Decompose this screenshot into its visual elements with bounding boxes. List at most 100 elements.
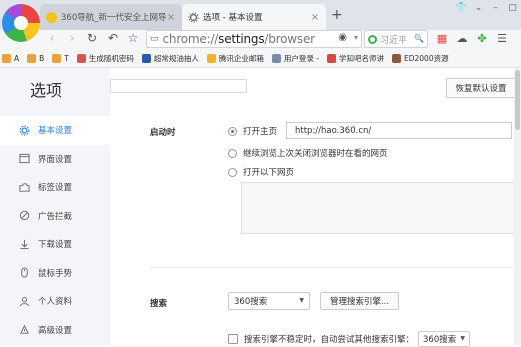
bookmark-label: 腾讯企业邮箱 (218, 54, 264, 63)
mouse-icon (18, 267, 30, 279)
startup-option-continue[interactable]: 继续浏览上次关闭浏览器时在看的网页 (228, 147, 388, 159)
sidebar-item-download[interactable]: 下载设置 (0, 230, 110, 259)
section-divider (150, 267, 521, 268)
bookmark-item[interactable]: 学知吧名师讲 (326, 53, 384, 64)
option-label: 继续浏览上次关闭浏览器时在看的网页 (243, 149, 388, 159)
toolbar: ‹ › ↻ ↶ ☆ ▭ chrome://settings/browser ◉ … (0, 30, 521, 50)
sidebar-item-adblock[interactable]: 广告拦截 (0, 202, 110, 231)
minimize-icon[interactable]: – (487, 0, 504, 16)
360-browser-logo[interactable] (2, 4, 40, 42)
startup-pages-list[interactable] (241, 182, 521, 234)
address-bar[interactable]: ▭ chrome://settings/browser ◉ ▾ (146, 30, 362, 48)
shield-icon[interactable]: ◉ (338, 32, 347, 43)
bookmark-item[interactable]: 超常规油抽人 (141, 53, 199, 64)
bookmark-item[interactable]: T (52, 54, 69, 63)
bookmark-item[interactable]: 腾讯企业邮箱 (206, 53, 264, 64)
homepage-url-input[interactable]: http://hao.360.cn/ (286, 122, 512, 139)
bookmarks-bar: A B T 生成随机密码 超常规油抽人 腾讯企业邮箱 用户登录 - 学知吧名师讲… (0, 50, 521, 68)
folder-icon (52, 54, 62, 63)
bookmark-favicon (391, 54, 401, 63)
bookmark-item[interactable]: A (2, 54, 19, 63)
tab-settings[interactable]: 选项 - 基本设置 × (182, 4, 326, 30)
bookmark-item[interactable]: 生成随机密码 (76, 53, 134, 64)
select-value: 360搜索 (423, 335, 457, 345)
sidebar-item-basic[interactable]: 基本设置 (0, 116, 110, 145)
bookmark-label: A (14, 54, 20, 63)
reload-icon[interactable]: ↻ (84, 31, 100, 45)
bookmark-label: 生成随机密码 (88, 54, 134, 63)
back-icon[interactable]: ‹ (44, 31, 60, 45)
manage-search-engines-button[interactable]: 管理搜索引擎... (320, 292, 399, 310)
select-value: 360搜索 (234, 297, 268, 307)
clover-icon[interactable]: ✤ (472, 32, 492, 45)
forward-icon[interactable]: › (64, 31, 80, 45)
folder-icon (27, 54, 37, 63)
sidebar-item-interface[interactable]: 界面设置 (0, 145, 110, 174)
bookmark-favicon (76, 54, 86, 63)
gear-icon (188, 11, 199, 23)
bookmark-favicon (271, 54, 281, 63)
window-controls: 👕 ⌄ – ▢ (453, 0, 521, 16)
scrollbar[interactable] (514, 68, 521, 345)
bookmark-label: ED2000资源 (403, 54, 449, 63)
settings-search-input[interactable] (110, 79, 247, 93)
sidebar-item-advanced[interactable]: 高级设置 (0, 316, 110, 345)
scrollbar-thumb[interactable] (515, 70, 520, 130)
gear-icon (18, 124, 30, 136)
list-icon[interactable]: ☰ (492, 32, 512, 45)
bookmark-star-icon[interactable]: ☆ (125, 31, 141, 45)
radio-button[interactable] (228, 148, 237, 158)
fallback-checkbox[interactable] (228, 334, 238, 344)
search-box[interactable]: 习近平 🔍 (364, 30, 428, 48)
search-engine-icon (368, 34, 377, 44)
sidebar-item-label: 广告拦截 (38, 211, 73, 222)
bookmark-label: 用户登录 - (283, 54, 319, 63)
cloud-icon[interactable]: ☁ (452, 32, 472, 45)
block-icon (18, 210, 30, 222)
search-engine-select[interactable]: 360搜索 ▼ (228, 292, 310, 310)
folder-icon (2, 54, 11, 63)
close-icon[interactable]: × (310, 12, 320, 23)
bookmark-item[interactable]: 用户登录 - (271, 53, 319, 64)
chevron-down-icon[interactable]: ⌄ (470, 0, 487, 16)
sidebar-item-mouse-gesture[interactable]: 鼠标手势 (0, 259, 110, 288)
startup-option-pages[interactable]: 打开以下网页 (228, 166, 294, 178)
undo-icon[interactable]: ↶ (105, 31, 121, 45)
sidebar-item-profile[interactable]: 个人资料 (0, 287, 110, 316)
tab-360-nav[interactable]: 360导航_新一代安全上网导航 × (40, 4, 182, 30)
tab-icon (18, 181, 30, 193)
sidebar-item-label: 界面设置 (38, 154, 73, 165)
chevron-down-icon: ▼ (299, 297, 304, 304)
new-tab-button[interactable]: + (331, 7, 343, 23)
option-label: 打开以下网页 (243, 168, 295, 178)
radio-button[interactable] (228, 126, 237, 136)
sidebar-item-label: 鼠标手势 (38, 268, 73, 279)
chevron-down-icon[interactable]: ▾ (354, 33, 358, 42)
tab-label: 选项 - 基本设置 (203, 13, 263, 23)
search-icon[interactable]: 🔍 (414, 34, 424, 43)
startup-label: 启动时 (150, 128, 176, 138)
bookmark-label: B (39, 54, 45, 63)
restore-defaults-button[interactable]: 恢复默认设置 (446, 78, 516, 98)
sidebar-item-label: 个人资料 (38, 297, 73, 308)
sidebar-item-label: 基本设置 (38, 126, 73, 137)
user-icon (18, 295, 30, 307)
bookmark-favicon (141, 54, 151, 63)
startup-option-homepage[interactable]: 打开主页 (228, 125, 277, 137)
bookmark-item[interactable]: B (27, 54, 44, 63)
shirt-icon[interactable]: 👕 (453, 0, 470, 16)
sidebar-nav: 基本设置 界面设置 标签设置 广告拦截 下载设置 鼠标手势 个人资料 高级设置 (0, 116, 110, 344)
radio-button[interactable] (228, 167, 237, 177)
maximize-icon[interactable]: ▢ (504, 0, 521, 16)
url-text: chrome://settings/browser (162, 32, 316, 46)
title-bar: 360导航_新一代安全上网导航 × 选项 - 基本设置 × + 👕 ⌄ – ▢ (0, 0, 521, 30)
sidebar-item-label: 下载设置 (38, 240, 73, 251)
sidebar-item-tabs[interactable]: 标签设置 (0, 173, 110, 202)
close-icon[interactable]: × (166, 12, 176, 23)
download-icon (18, 238, 30, 250)
search-placeholder: 习近平 (380, 35, 408, 46)
apps-icon[interactable]: ▦ (432, 32, 452, 45)
bookmark-item[interactable]: ED2000资源 (391, 53, 449, 64)
sidebar: 选项 基本设置 界面设置 标签设置 广告拦截 下载设置 鼠标手势 个人资料 高级… (0, 68, 110, 345)
fallback-label: 搜索引擎不稳定时，自动尝试其他搜索引擎： (244, 335, 415, 345)
